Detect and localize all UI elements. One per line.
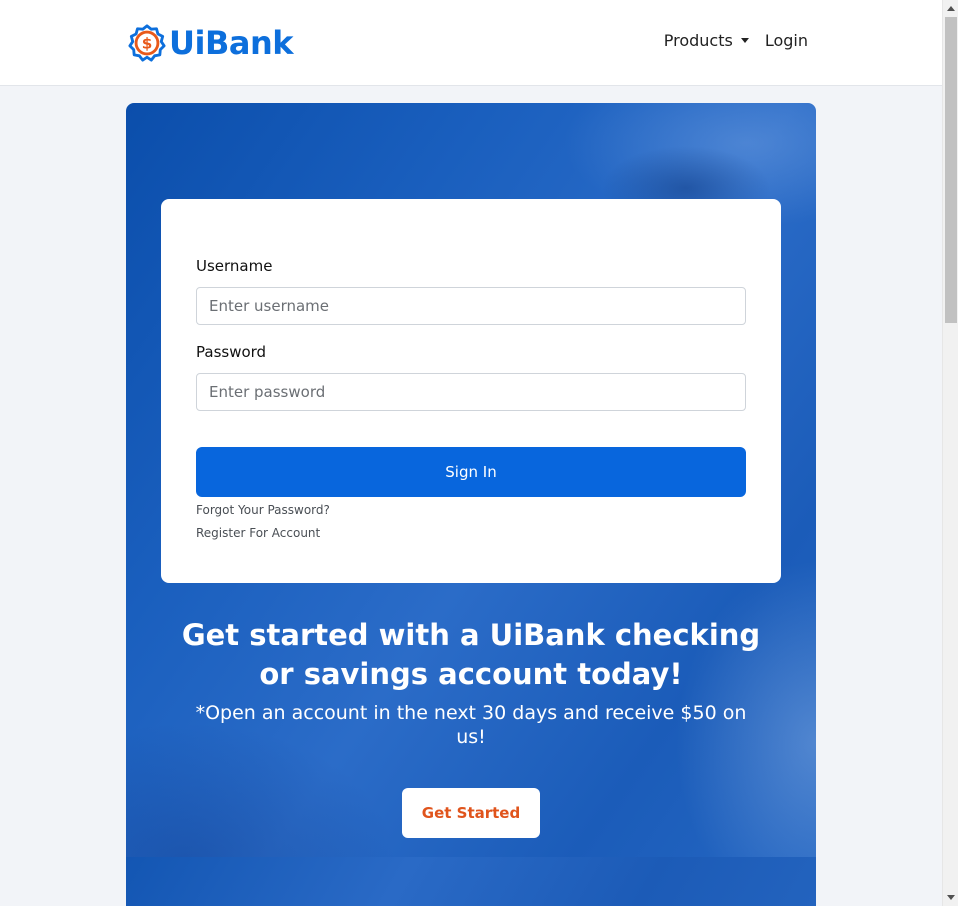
login-link[interactable]: Login <box>765 31 808 50</box>
scroll-up-arrow-icon[interactable] <box>947 6 955 11</box>
svg-text:$: $ <box>142 35 153 53</box>
get-started-button[interactable]: Get Started <box>402 788 540 838</box>
scroll-thumb[interactable] <box>945 17 957 323</box>
brand-logo[interactable]: $ UiBank <box>128 23 294 63</box>
caret-down-icon <box>740 38 749 43</box>
top-navbar: $ UiBank Products Login <box>0 0 942 86</box>
dollar-badge-icon: $ <box>128 24 166 62</box>
register-account-link[interactable]: Register For Account <box>196 526 320 540</box>
login-card: Username Password Sign In Forgot Your Pa… <box>161 199 781 583</box>
password-input[interactable] <box>196 373 746 411</box>
promo-headline: Get started with a UiBank checking or sa… <box>126 616 816 694</box>
username-label: Username <box>196 257 273 275</box>
secondary-banner <box>126 857 816 906</box>
username-input[interactable] <box>196 287 746 325</box>
promo-subline: *Open an account in the next 30 days and… <box>176 701 766 749</box>
promo-subline-line2: us! <box>456 726 486 748</box>
products-dropdown[interactable]: Products <box>664 31 749 50</box>
products-label: Products <box>663 31 733 50</box>
forgot-password-link[interactable]: Forgot Your Password? <box>196 503 330 517</box>
promo-subline-line1: *Open an account in the next 30 days and… <box>195 702 747 724</box>
page-scrollbar[interactable] <box>942 0 958 906</box>
sign-in-button[interactable]: Sign In <box>196 447 746 497</box>
promo-headline-line1: Get started with a UiBank checking <box>181 618 761 652</box>
promo-headline-line2: or savings account today! <box>259 657 683 691</box>
password-label: Password <box>196 343 267 361</box>
hero-section: Username Password Sign In Forgot Your Pa… <box>126 103 816 857</box>
scroll-down-arrow-icon[interactable] <box>947 895 955 900</box>
brand-name: UiBank <box>169 24 294 62</box>
main-nav: Products Login <box>664 31 808 50</box>
